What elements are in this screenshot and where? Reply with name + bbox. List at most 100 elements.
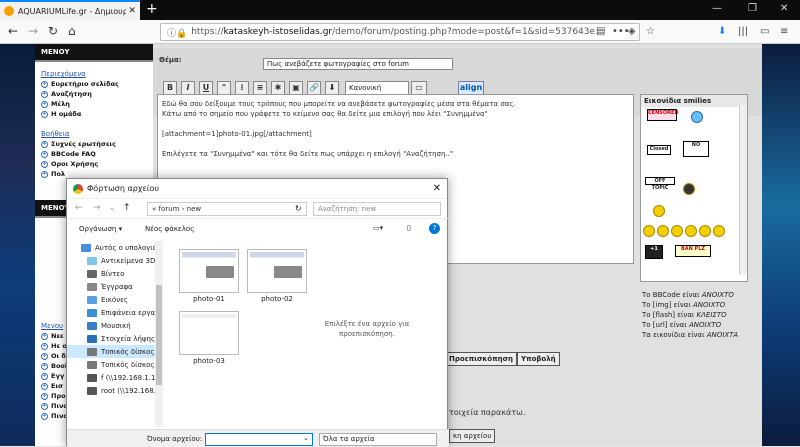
nav-item-local-disk-2[interactable]: Τοπικός δίσκος — [67, 358, 156, 371]
back-icon[interactable]: ← — [8, 24, 18, 38]
sidebar-item-members[interactable]: + Μέλη — [41, 100, 147, 108]
sidebar-item-search[interactable]: + Αναζήτηση — [41, 90, 147, 98]
nav-item-downloads[interactable]: Στοιχεία λήψης — [67, 332, 156, 345]
new-folder-button[interactable]: Νέος φάκελος — [145, 225, 194, 233]
reader-icon[interactable]: ▤ — [596, 26, 605, 37]
link-button[interactable]: 🔗 — [307, 81, 321, 95]
dialog-back-icon[interactable]: ← — [75, 203, 83, 213]
star-icon[interactable]: ☆ — [646, 26, 655, 37]
bbcode-info: Το BBCode είναι ΑΝΟΙΧΤΟ Το [img] είναι Α… — [642, 290, 738, 340]
font-size-select[interactable]: Κανονική — [345, 81, 409, 95]
dialog-up-icon[interactable]: ↑ — [123, 203, 131, 213]
plus-icon: + — [41, 382, 48, 390]
smiley-1[interactable] — [653, 205, 665, 217]
file-thumb-photo-01[interactable] — [179, 249, 239, 293]
subject-input[interactable]: Πως ανεβάζετε φωτογραφίες στο forum — [263, 58, 453, 70]
smiley-off-topic[interactable]: OFF TOPIC — [645, 177, 675, 191]
sidebar-item-bbcode-faq[interactable]: + BBCode FAQ — [41, 150, 147, 158]
sidebar-item-terms[interactable]: + Οροι Χρήσης — [41, 160, 147, 168]
nav-item-pictures[interactable]: Εικόνες — [67, 293, 156, 306]
smiley-3[interactable] — [657, 225, 669, 237]
organize-button[interactable]: Οργάνωση ▾ — [79, 225, 122, 233]
nav-item-network-f[interactable]: f (\\192.168.1.1 — [67, 371, 156, 384]
home-icon[interactable]: ⌂ — [68, 24, 76, 38]
sidebar-item-faq[interactable]: + Συχνές ερωτήσεις — [41, 140, 147, 148]
smiley-censored[interactable]: CENSORED — [647, 109, 679, 121]
sidebar-item-team[interactable]: + Η ομάδα — [41, 110, 147, 118]
nav-scroll-thumb[interactable] — [156, 285, 162, 385]
file-thumb-photo-02[interactable] — [247, 249, 307, 293]
smiley-5[interactable] — [685, 225, 697, 237]
file-name-photo-02[interactable]: photo-02 — [247, 295, 307, 303]
video-icon — [87, 269, 97, 278]
nav-item-3d-objects[interactable]: Αντικείμενα 3D — [67, 254, 156, 267]
underline-button[interactable]: U — [199, 81, 213, 95]
forward-icon[interactable]: → — [28, 24, 38, 38]
nav-item-local-disk-1[interactable]: Τοπικός δίσκος — [67, 345, 156, 358]
sidebar-item-index[interactable]: + Ευρετήριο σελίδας — [41, 80, 147, 88]
download-icon[interactable]: ⬇ — [718, 26, 726, 37]
reload-icon[interactable]: ↻ — [48, 24, 58, 38]
file-name-photo-03[interactable]: photo-03 — [179, 357, 239, 365]
nav-item-videos[interactable]: Βίντεο — [67, 267, 156, 280]
smiley-closed[interactable]: Closed — [647, 145, 671, 155]
smiley-plus-one[interactable]: +1 — [645, 245, 663, 259]
shield-icon[interactable]: ◈ — [628, 26, 636, 37]
nav-item-network-root[interactable]: root (\\192.168.1 — [67, 384, 156, 397]
plus-icon: + — [41, 80, 48, 88]
smiley-bomb[interactable] — [683, 183, 695, 195]
tab-close-icon[interactable]: ✕ — [128, 6, 136, 16]
smiley-7[interactable] — [713, 225, 725, 237]
flash-button[interactable]: ⬇ — [325, 81, 339, 95]
dialog-path[interactable]: « forum › new — [147, 202, 307, 216]
smiley-no[interactable]: NO — [683, 141, 709, 157]
quote-button[interactable]: " — [217, 81, 231, 95]
attach-file-button[interactable]: κη αρχείου — [449, 429, 496, 443]
preview-pane-icon[interactable]: ▯ — [407, 224, 411, 232]
url-bar[interactable]: ⓘ🔒 https:// kataskeyh-istoselidas.gr /de… — [160, 23, 640, 41]
minimize-button[interactable]: — — [712, 3, 722, 14]
list-item-button[interactable]: ✱ — [271, 81, 285, 95]
preview-button[interactable]: Προεπισκόπηση — [445, 352, 518, 366]
file-name-photo-01[interactable]: photo-01 — [179, 295, 239, 303]
bold-button[interactable]: B — [163, 81, 177, 95]
menu-icon[interactable]: ≡ — [780, 26, 788, 37]
nav-item-this-pc[interactable]: Αυτός ο υπολογιστ — [67, 241, 156, 254]
list-button[interactable]: ≡ — [253, 81, 267, 95]
nav-item-desktop[interactable]: Επιφάνεια εργασ — [67, 306, 156, 319]
code-button[interactable]: ⁝ — [235, 81, 249, 95]
sidebar-item-policy[interactable]: + Πολ — [41, 170, 147, 178]
submit-button[interactable]: Υποβολή — [517, 352, 560, 366]
smiley-fish[interactable] — [691, 111, 703, 123]
filename-input[interactable] — [205, 433, 313, 446]
close-window-button[interactable]: ✕ — [780, 3, 788, 14]
nav-item-music[interactable]: Μουσική — [67, 319, 156, 332]
sidebar-toggle-icon[interactable]: ▭ — [760, 26, 769, 37]
dialog-search-input[interactable]: Αναζήτηση: new — [313, 202, 441, 216]
library-icon[interactable]: ||| — [738, 26, 748, 37]
filetype-select[interactable]: Όλα τα αρχεία — [319, 433, 437, 446]
smilies-scrollbar[interactable] — [739, 105, 747, 275]
bbinfo-line-5: Τα εικονίδια είναι ΑΝΟΙΧΤΑ — [642, 331, 739, 339]
image-button[interactable]: ▣ — [289, 81, 303, 95]
smiley-6[interactable] — [699, 225, 711, 237]
nav-scrollbar[interactable] — [155, 241, 163, 427]
smiley-4[interactable] — [671, 225, 683, 237]
filename-dropdown-icon[interactable]: ⌄ — [303, 434, 309, 442]
dialog-forward-icon[interactable]: → — [93, 203, 101, 213]
dialog-refresh-icon[interactable]: ↻ — [295, 204, 302, 213]
dialog-close-icon[interactable]: ✕ — [433, 183, 441, 194]
new-tab-button[interactable]: + — [146, 1, 158, 17]
view-icon[interactable]: ▭▾ — [373, 224, 383, 232]
help-icon[interactable]: ? — [429, 223, 440, 234]
nav-item-documents[interactable]: Έγγραφα — [67, 280, 156, 293]
smiley-2[interactable] — [643, 225, 655, 237]
italic-button[interactable]: I — [181, 81, 195, 95]
align-button[interactable]: align — [458, 81, 484, 95]
maximize-button[interactable]: ❐ — [748, 3, 757, 14]
dialog-dropdown-icon[interactable]: ⌄ — [109, 203, 116, 212]
smiley-ban[interactable]: BAN PLZ — [675, 245, 711, 257]
file-thumb-photo-03[interactable] — [179, 311, 239, 355]
browser-tab[interactable]: AQUARIUMLife.gr - Δημιουργί ✕ — [0, 0, 140, 20]
font-color-button[interactable]: ▭ — [411, 81, 427, 95]
